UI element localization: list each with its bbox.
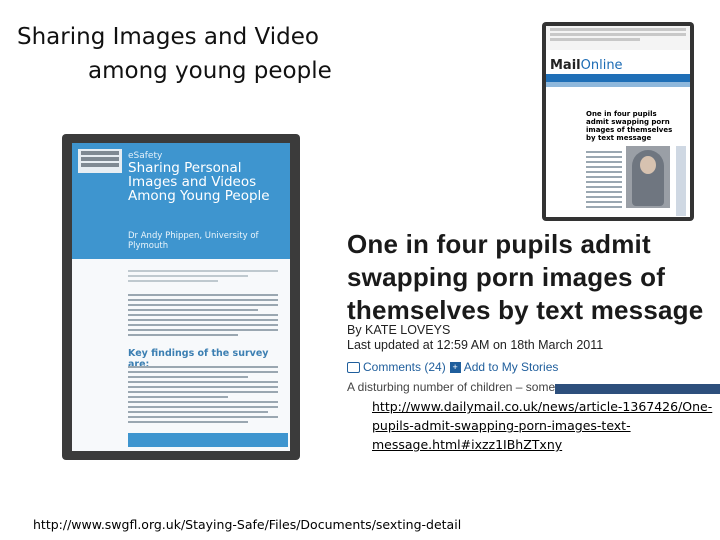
swgfl-link[interactable]: http://www.swgfl.org.uk/Staying-Safe/Fil…: [33, 517, 461, 532]
dailymail-nav-bar: [546, 74, 690, 82]
dailymail-mini-body: [586, 148, 622, 211]
report-thumbnail: eSafety Sharing Personal Images and Vide…: [62, 134, 300, 460]
dailymail-sub-nav: [546, 82, 690, 87]
comments-link[interactable]: Comments (24): [363, 360, 446, 374]
article-actions: Comments (24) + Add to My Stories: [347, 360, 558, 374]
article-updated: Last updated at 12:59 AM on 18th March 2…: [347, 338, 604, 352]
report-findings-list: [128, 363, 278, 426]
slide-title-line-1: Sharing Images and Video: [17, 24, 319, 50]
dailymail-link[interactable]: http://www.dailymail.co.uk/news/article-…: [372, 397, 717, 454]
dailymail-mini-headline: One in four pupils admit swapping porn i…: [586, 110, 673, 142]
dailymail-page-thumbnail: MailOnline One in four pupils admit swap…: [542, 22, 694, 221]
add-to-stories-link[interactable]: Add to My Stories: [464, 360, 559, 374]
mailonline-logo: MailOnline: [550, 58, 623, 73]
dailymail-sidebar: [676, 146, 686, 216]
report-intro-text: [128, 267, 278, 285]
article-headline: One in four pupils admit swapping porn i…: [347, 229, 704, 325]
add-icon: +: [449, 362, 461, 374]
report-page: eSafety Sharing Personal Images and Vide…: [72, 143, 290, 451]
article-byline: By KATE LOVEYS: [347, 323, 451, 337]
browser-toolbar: [546, 26, 690, 50]
report-title: Sharing Personal Images and Videos Among…: [128, 160, 270, 204]
report-author: Dr Andy Phippen, University of Plymouth: [128, 231, 259, 251]
swgfl-logo: [78, 149, 122, 173]
report-header: eSafety Sharing Personal Images and Vide…: [72, 143, 290, 259]
comment-icon: [347, 362, 360, 374]
dailymail-page: MailOnline One in four pupils admit swap…: [546, 26, 690, 217]
article-image-strip: [555, 384, 720, 394]
slide-title-line-2: among young people: [88, 58, 332, 84]
report-body-text: [128, 291, 278, 339]
hooded-teen-photo: [626, 146, 670, 208]
article-snippet: A disturbing number of children – some: [347, 380, 556, 394]
report-footer: [128, 433, 288, 447]
